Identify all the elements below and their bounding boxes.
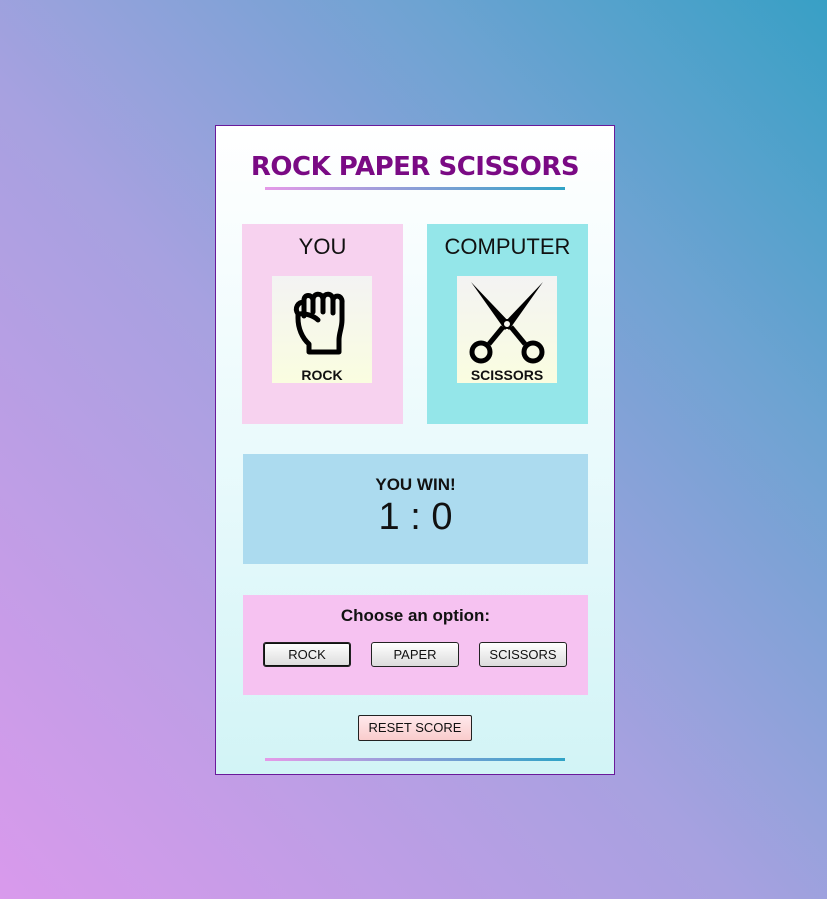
you-label: YOU — [298, 234, 347, 259]
result-panel: YOU WIN! 1 : 0 — [243, 454, 588, 564]
title-underline — [265, 187, 565, 190]
scissors-icon — [469, 282, 545, 364]
score-display: 1 : 0 — [378, 496, 453, 538]
computer-choice-label: SCISSORS — [470, 367, 544, 383]
page-title: ROCK PAPER SCISSORS — [250, 152, 580, 182]
you-choice-label: ROCK — [301, 367, 343, 383]
you-panel: YOU ROCK — [242, 224, 403, 424]
you-choice-display: ROCK — [272, 276, 372, 383]
computer-panel: COMPUTER SCISSORS — [427, 224, 588, 424]
rock-fist-icon — [293, 291, 345, 355]
scissors-button[interactable]: SCISSORS — [479, 642, 567, 667]
reset-score-button[interactable]: RESET SCORE — [358, 715, 472, 741]
computer-choice-display: SCISSORS — [457, 276, 557, 383]
computer-label: COMPUTER — [444, 234, 571, 259]
options-panel: Choose an option: ROCK PAPER SCISSORS — [243, 595, 588, 695]
rock-button[interactable]: ROCK — [263, 642, 351, 667]
game-card: ROCK PAPER SCISSORS YOU ROCK COMPUTER SC… — [215, 125, 615, 775]
result-message: YOU WIN! — [375, 475, 456, 494]
options-title: Choose an option: — [340, 606, 491, 625]
paper-button[interactable]: PAPER — [371, 642, 459, 667]
bottom-divider — [265, 758, 565, 761]
